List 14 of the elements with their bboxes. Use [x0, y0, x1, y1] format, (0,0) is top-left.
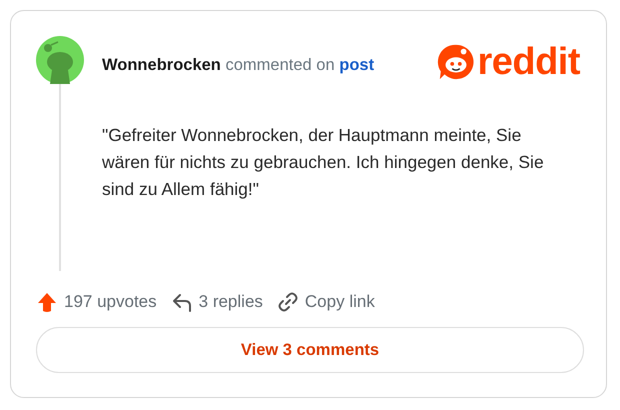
avatar-icon: [36, 36, 84, 84]
action-text: commented on: [225, 56, 335, 74]
post-link[interactable]: post: [339, 56, 374, 74]
copy-link[interactable]: Copy link: [304, 292, 375, 312]
view-comments-button[interactable]: View 3 comments: [36, 327, 584, 373]
reply-icon: [170, 291, 193, 313]
comment-text: "Gefreiter Wonnebrocken, der Hauptmann meinte, Sie wären für nichts zu gebrauchen. Ich hingegen denke, Sie sind zu Allem fähig!": [102, 124, 545, 201]
upvote-icon: [36, 291, 58, 313]
link-icon: [276, 291, 299, 313]
author-name[interactable]: Wonnebrocken: [102, 56, 221, 74]
brand-name: reddit: [477, 42, 580, 82]
reply-count[interactable]: 3 replies: [198, 292, 263, 312]
snoo-icon: [437, 43, 476, 81]
upvote-count: 197 upvotes: [64, 292, 157, 312]
